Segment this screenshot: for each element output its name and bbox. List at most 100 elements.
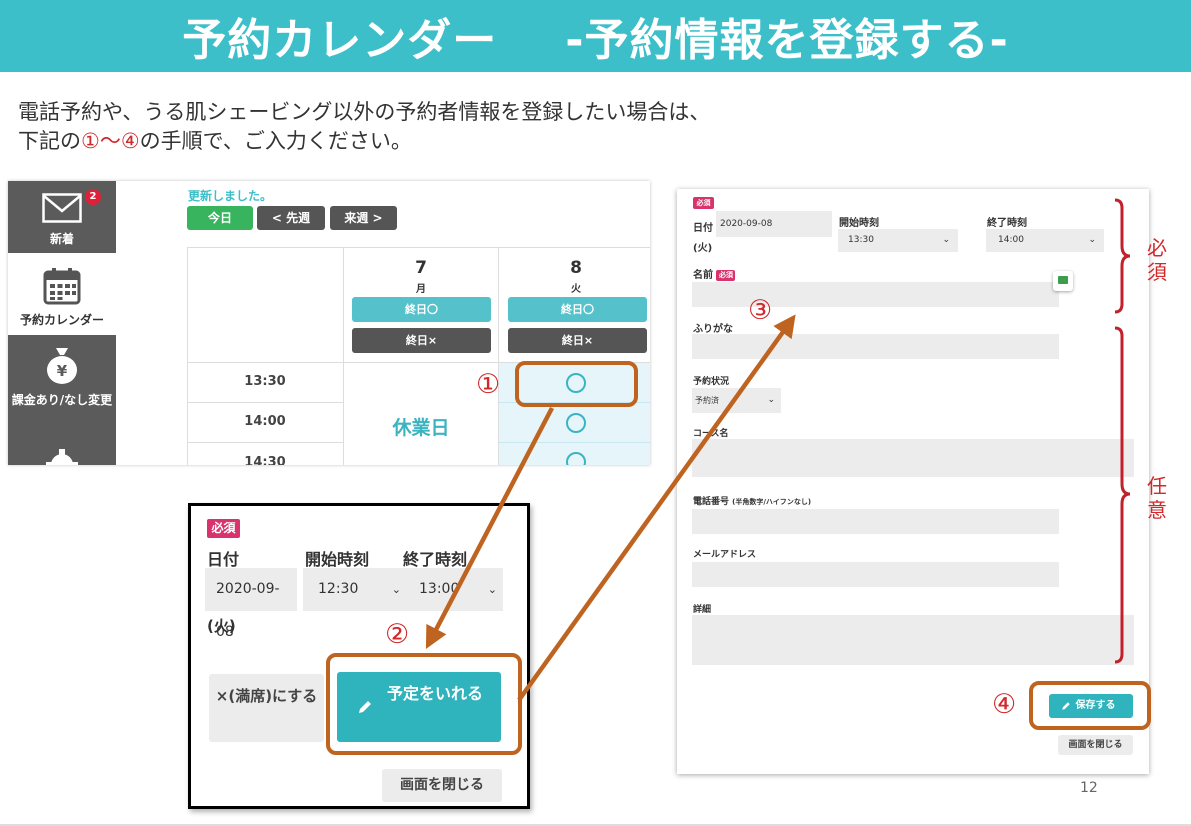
course-label: コース名: [693, 429, 729, 439]
gear-icon: [46, 449, 78, 465]
phone-hint: (半角数字/ハイフンなし): [732, 498, 812, 506]
day-of-week-tue: 火: [571, 284, 581, 295]
title-banner: 予約カレンダー -予約情報を登録する-: [0, 0, 1191, 72]
next-week-button[interactable]: 来週 >: [330, 206, 397, 230]
chevron-down-icon: ⌄: [767, 395, 775, 405]
sidebar-item-calendar-label: 予約カレンダー: [19, 313, 104, 327]
start-time-select[interactable]: 12:30 ⌄: [303, 568, 407, 611]
intro-line-2-pre: 下記の: [18, 129, 81, 153]
mark-full-button[interactable]: ×(満席)にする: [209, 674, 324, 742]
time-label: 13:30: [244, 374, 286, 389]
date-label: 日付: [207, 550, 240, 569]
course-textarea[interactable]: [692, 439, 1134, 477]
envelope-icon: [42, 193, 82, 223]
name-required-tag: 必須: [716, 270, 736, 281]
date-weekday: (火): [693, 243, 713, 254]
time-slot[interactable]: [499, 403, 650, 443]
sidebar-item-billing-label: 課金あり/なし変更: [11, 393, 113, 407]
sidebar-item-billing[interactable]: ¥ 課金あり/なし変更: [8, 335, 116, 435]
close-popup-button[interactable]: 画面を閉じる: [382, 769, 502, 802]
start-time-select[interactable]: 13:30 ⌄: [838, 229, 958, 252]
holiday-cell: 休業日: [344, 363, 498, 465]
time-slot[interactable]: [499, 443, 650, 465]
calendar-screenshot: 2 新着 予約カレンダー ¥ 課金あり/なし変更 更新しました。 今日 < 先週…: [8, 181, 650, 465]
end-time-label: 終了時刻: [403, 550, 468, 569]
intro-line-2: 下記の①〜④の手順で、ご入力ください。: [18, 127, 710, 156]
email-input[interactable]: [692, 562, 1059, 587]
allday-open-button-tue[interactable]: 終日〇: [508, 297, 647, 322]
intro-line-1: 電話予約や、うる肌シェービング以外の予約者情報を登録したい場合は、: [18, 100, 711, 124]
banner-title: 予約カレンダー: [182, 15, 498, 66]
end-time-select[interactable]: 13:00 ⌄: [407, 568, 503, 611]
end-time-label: 終了時刻: [987, 218, 1027, 229]
time-label: 14:00: [244, 414, 286, 429]
step-4-highlight: [1029, 681, 1151, 730]
slot-open-circle-icon: [566, 452, 586, 465]
date-field[interactable]: 2020-09-08: [205, 568, 297, 640]
today-button[interactable]: 今日: [187, 206, 253, 230]
start-time-label: 開始時刻: [305, 550, 370, 569]
calendar-sidebar: 2 新着 予約カレンダー ¥ 課金あり/なし変更: [8, 181, 116, 465]
date-weekday: (火): [207, 617, 236, 635]
autofill-helper-icon[interactable]: [1053, 271, 1073, 291]
banner-subtitle: -予約情報を登録する-: [565, 15, 1009, 66]
email-label: メールアドレス: [693, 550, 757, 560]
calendar-grid: 7 月 終日〇 終日× 8 火 終日〇 終日× 13:30 14:00 14:3…: [187, 247, 650, 465]
phone-label-text: 電話番号: [693, 497, 730, 507]
intro-steps-range: ①〜④: [81, 129, 140, 153]
phone-input[interactable]: [692, 509, 1059, 534]
status-value: 予約済: [695, 396, 719, 405]
allday-closed-button-tue[interactable]: 終日×: [508, 328, 647, 353]
intro-text: 電話予約や、うる肌シェービング以外の予約者情報を登録したい場合は、 下記の①〜④…: [18, 98, 710, 156]
day-number-mon: 7: [415, 258, 427, 278]
sidebar-item-settings[interactable]: [8, 435, 116, 465]
step-2-highlight: [326, 653, 522, 755]
phone-label: 電話番号 (半角数字/ハイフンなし): [693, 494, 811, 507]
start-time-value: 12:30: [318, 581, 359, 597]
time-label: 14:30: [244, 455, 286, 465]
step-3-marker: ③: [748, 295, 773, 326]
prev-week-button[interactable]: < 先週: [257, 206, 325, 230]
start-time-value: 13:30: [848, 235, 874, 245]
money-bag-icon: ¥: [47, 348, 77, 384]
required-tag: 必須: [207, 519, 240, 538]
calendar-icon: [43, 268, 81, 305]
end-time-select[interactable]: 14:00 ⌄: [986, 229, 1104, 252]
svg-text:¥: ¥: [57, 362, 68, 380]
chevron-down-icon: ⌄: [487, 583, 497, 596]
end-time-value: 13:00: [419, 581, 460, 597]
sidebar-item-calendar[interactable]: 予約カレンダー: [8, 253, 116, 335]
allday-closed-button-mon[interactable]: 終日×: [352, 328, 491, 353]
chevron-down-icon: ⌄: [942, 235, 950, 245]
date-field[interactable]: 2020-09-08: [716, 211, 832, 237]
sidebar-item-new[interactable]: 2 新着: [8, 181, 116, 253]
intro-line-2-post: の手順で、ご入力ください。: [139, 129, 412, 153]
allday-open-button-mon[interactable]: 終日〇: [352, 297, 491, 322]
sidebar-new-badge: 2: [85, 189, 101, 205]
status-select[interactable]: 予約済 ⌄: [692, 388, 781, 413]
start-time-label: 開始時刻: [839, 218, 879, 229]
day-number-tue: 8: [570, 258, 582, 278]
name-label-text: 名前: [693, 270, 713, 281]
close-form-button[interactable]: 画面を閉じる: [1058, 735, 1133, 755]
end-time-value: 14:00: [998, 235, 1024, 245]
step-2-marker: ②: [385, 619, 410, 650]
step-1-marker: ①: [476, 369, 501, 400]
name-label: 名前 必須: [693, 266, 736, 281]
optional-side-label: 任意: [1147, 474, 1167, 522]
step-4-marker: ④: [992, 689, 1017, 720]
status-label: 予約状況: [693, 377, 730, 387]
detail-label: 詳細: [693, 605, 712, 615]
furigana-label: ふりがな: [693, 324, 733, 335]
slot-open-circle-icon: [566, 413, 586, 433]
chevron-down-icon: ⌄: [1088, 235, 1096, 245]
day-of-week-mon: 月: [416, 284, 426, 295]
detail-textarea[interactable]: [692, 615, 1134, 665]
date-label: 日付: [693, 223, 713, 234]
update-message: 更新しました。: [188, 189, 273, 203]
required-side-label: 必須: [1147, 236, 1167, 284]
chevron-down-icon: ⌄: [391, 583, 401, 596]
sidebar-item-new-label: 新着: [49, 232, 74, 246]
step-1-highlight: [515, 361, 638, 407]
furigana-input[interactable]: [692, 334, 1059, 359]
